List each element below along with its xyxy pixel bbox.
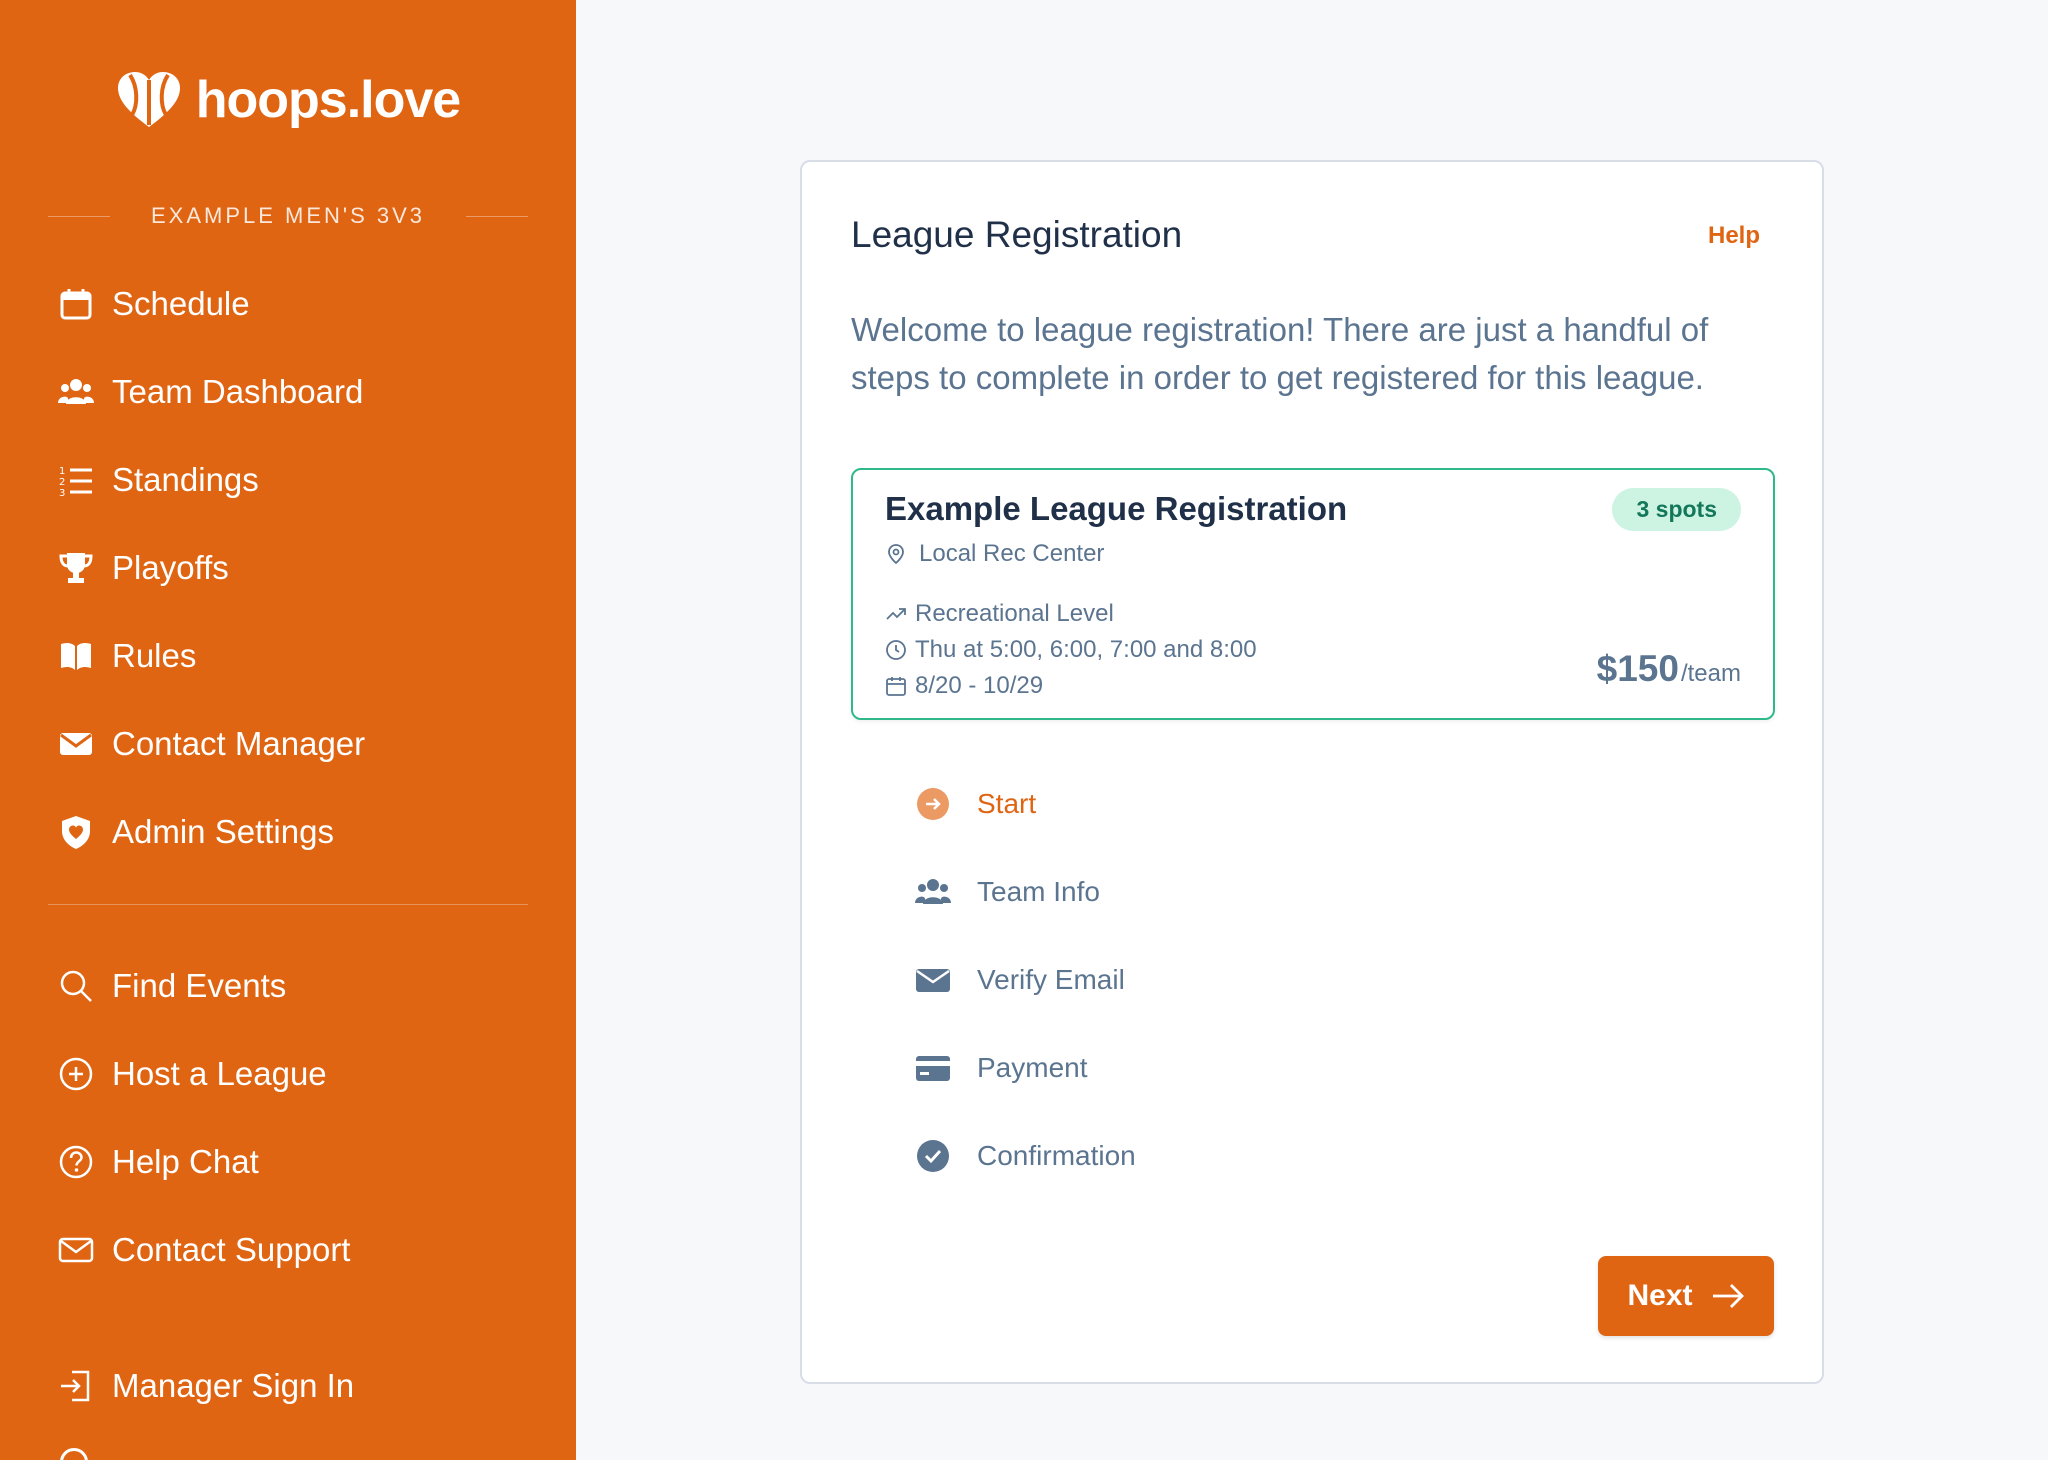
question-circle-icon: [56, 1142, 96, 1182]
sidebar: hoops.love EXAMPLE MEN'S 3V3 Schedule Te…: [0, 0, 576, 1460]
sidebar-item-label: Host a League: [112, 1055, 327, 1092]
sidebar-item-label: Standings: [112, 461, 259, 498]
step-confirmation[interactable]: Confirmation: [915, 1131, 1136, 1181]
sidebar-item-label: Contact Manager: [112, 725, 366, 762]
sign-in-icon: [56, 1366, 96, 1406]
step-label: Team Info: [977, 876, 1100, 907]
mail-outline-icon: [56, 1230, 96, 1270]
next-button[interactable]: Next: [1598, 1256, 1774, 1336]
check-circle-icon: [915, 1138, 951, 1174]
sidebar-item-label: Schedule: [112, 285, 250, 322]
step-label: Payment: [977, 1052, 1088, 1083]
step-label: Verify Email: [977, 964, 1125, 995]
calendar-icon: [886, 677, 906, 696]
map-pin-icon: [888, 544, 904, 565]
sidebar-item-admin-settings[interactable]: Admin Settings: [56, 804, 334, 860]
users-icon: [915, 874, 951, 910]
list-ordered-icon: 123: [56, 460, 96, 500]
spots-badge: 3 spots: [1612, 488, 1741, 531]
arrow-right-icon: [1712, 1284, 1744, 1308]
location-text: Local Rec Center: [919, 540, 1105, 567]
step-payment[interactable]: Payment: [915, 1043, 1088, 1093]
sidebar-item-manager-sign-in[interactable]: Manager Sign In: [56, 1358, 354, 1414]
sidebar-item-rules[interactable]: Rules: [56, 628, 196, 684]
calendar-icon: [56, 284, 96, 324]
step-label: Start: [977, 788, 1037, 819]
user-circle-icon[interactable]: [60, 1448, 88, 1460]
sidebar-item-label: Manager Sign In: [112, 1367, 355, 1404]
divider-line: [466, 215, 528, 217]
league-name-divider: EXAMPLE MEN'S 3V3: [48, 200, 528, 232]
trending-up-icon: [886, 608, 906, 620]
svg-text:3: 3: [59, 488, 65, 498]
step-start[interactable]: Start: [915, 779, 1036, 829]
league-level: Recreational Level: [885, 600, 1114, 628]
step-team-info[interactable]: Team Info: [915, 867, 1100, 917]
league-summary-box: Example League Registration 3 spots Loca…: [851, 468, 1775, 720]
credit-card-icon: [915, 1050, 951, 1086]
sidebar-item-label: Admin Settings: [112, 813, 334, 850]
sidebar-item-playoffs[interactable]: Playoffs: [56, 540, 229, 596]
svg-text:1: 1: [59, 466, 65, 477]
level-text: Recreational Level: [915, 600, 1114, 627]
league-title: Example League Registration: [885, 490, 1348, 527]
sidebar-divider: [48, 904, 528, 905]
price-unit: /team: [1680, 660, 1741, 687]
arrow-circle-icon: [915, 786, 951, 822]
sidebar-item-label: Help Chat: [112, 1143, 259, 1180]
brand-name: hoops.love: [195, 71, 461, 129]
sidebar-item-label: Playoffs: [112, 549, 229, 586]
page-title: League Registration: [851, 214, 1183, 255]
sidebar-item-label: Find Events: [112, 967, 287, 1004]
clock-icon: [886, 640, 906, 660]
users-icon: [56, 372, 96, 412]
league-time: Thu at 5:00, 6:00, 7:00 and 8:00: [885, 636, 1257, 664]
sidebar-item-help-chat[interactable]: Help Chat: [56, 1134, 259, 1190]
envelope-icon: [915, 962, 951, 998]
sidebar-item-find-events[interactable]: Find Events: [56, 958, 286, 1014]
price-amount: $150: [1596, 648, 1679, 689]
league-location: Local Rec Center: [885, 540, 1104, 568]
help-link[interactable]: Help: [1708, 222, 1760, 250]
dates-text: 8/20 - 10/29: [915, 672, 1044, 699]
league-price: $150 /team: [1597, 648, 1741, 690]
book-icon: [56, 636, 96, 676]
sidebar-item-label: Contact Support: [112, 1231, 351, 1268]
sidebar-item-standings[interactable]: 123 Standings: [56, 452, 259, 508]
trophy-icon: [56, 548, 96, 588]
sidebar-item-schedule[interactable]: Schedule: [56, 276, 250, 332]
next-button-label: Next: [1627, 1279, 1693, 1312]
basketball-heart-icon: [117, 72, 180, 127]
divider-line: [48, 215, 110, 217]
sidebar-item-team-dashboard[interactable]: Team Dashboard: [56, 364, 363, 420]
sidebar-item-label: Rules: [112, 637, 197, 674]
brand-logo[interactable]: hoops.love: [0, 70, 576, 130]
league-name: EXAMPLE MEN'S 3V3: [150, 203, 426, 228]
sidebar-item-contact-manager[interactable]: Contact Manager: [56, 716, 365, 772]
registration-card: League Registration Help Welcome to leag…: [800, 160, 1824, 1384]
step-label: Confirmation: [977, 1140, 1136, 1171]
step-verify-email[interactable]: Verify Email: [915, 955, 1125, 1005]
intro-text: Welcome to league registration! There ar…: [851, 311, 1709, 396]
sidebar-item-host-a-league[interactable]: Host a League: [56, 1046, 327, 1102]
envelope-icon: [56, 724, 96, 764]
plus-circle-icon: [56, 1054, 96, 1094]
sidebar-item-label: Team Dashboard: [112, 373, 364, 410]
sidebar-item-contact-support[interactable]: Contact Support: [56, 1222, 350, 1278]
svg-text:2: 2: [59, 477, 65, 488]
time-text: Thu at 5:00, 6:00, 7:00 and 8:00: [915, 636, 1257, 663]
shield-heart-icon: [56, 812, 96, 852]
search-icon: [56, 966, 96, 1006]
league-dates: 8/20 - 10/29: [885, 672, 1043, 700]
